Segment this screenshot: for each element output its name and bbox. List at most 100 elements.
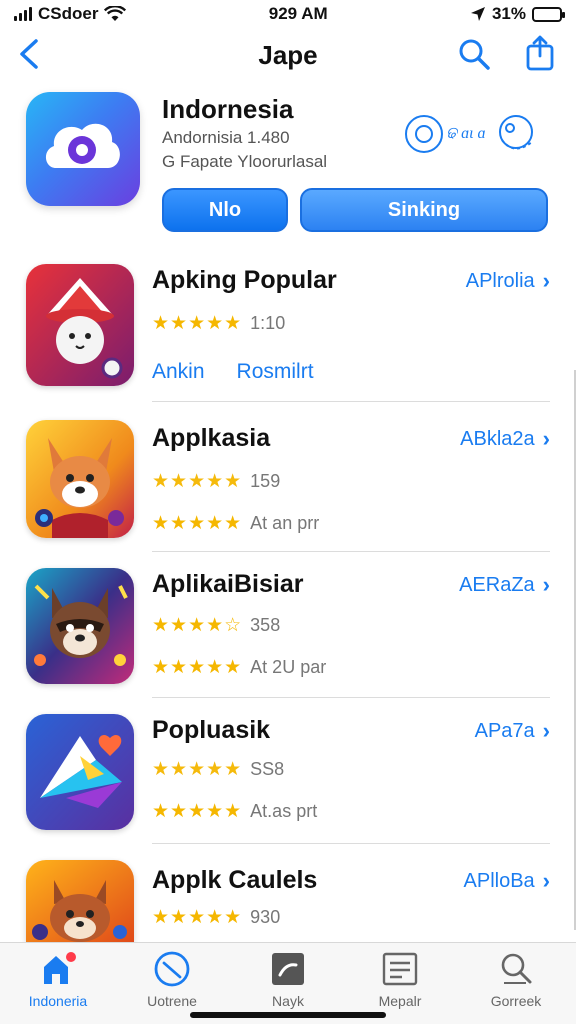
app-link-label: APa7a	[474, 719, 535, 742]
status-time: 929 AM	[268, 4, 328, 23]
secondary-button[interactable]: Sinking	[300, 188, 548, 232]
app-link[interactable]: APa7a ›	[475, 718, 550, 744]
tab-discover[interactable]: Uotrene	[122, 951, 222, 1009]
app-link[interactable]: AERaZa ›	[459, 572, 550, 598]
share-icon	[526, 35, 554, 71]
list-item[interactable]: Applk Caulels APlloBa › ★★★★★ 930	[0, 844, 576, 942]
featured-app-meta: G Fapate Yloorurlasal	[162, 152, 328, 171]
app-link[interactable]: ABkla2a ›	[460, 426, 550, 452]
rating-secondary-value: At.as prt	[250, 801, 318, 821]
rating: ★★★★★ 1:10	[152, 312, 285, 335]
compass-icon	[154, 951, 190, 987]
action-link[interactable]: Rosmilrt	[237, 360, 314, 384]
chevron-right-icon: ›	[542, 718, 550, 743]
rating-secondary: ★★★★★ At.as prt	[152, 800, 317, 823]
list-item[interactable]: Apking Popular APlrolia › ★★★★★ 1:10 Ankin…	[0, 256, 576, 402]
chevron-right-icon: ›	[542, 426, 550, 451]
list-item[interactable]: Applkasia ABkla2a › ★★★★★ 159 ★★★★★ At an p…	[0, 406, 576, 552]
tab-apps[interactable]: Nayk	[238, 951, 338, 1009]
featured-app-subtitle: Andornisia 1.480	[162, 128, 290, 147]
app-title: Applk Caulels	[152, 866, 318, 894]
wifi-icon	[104, 6, 127, 21]
nav-bar: Jape	[0, 30, 576, 80]
app-link-label: APlrolia	[465, 269, 535, 292]
star-rating-icon: ★★★★★	[152, 801, 243, 822]
tab-label: Indoneria	[28, 993, 88, 1009]
search-icon	[459, 39, 490, 70]
share-button[interactable]	[522, 34, 558, 72]
app-title: Popluasik	[152, 716, 271, 744]
search-button[interactable]	[456, 36, 492, 72]
rating: ★★★★★ 159	[152, 470, 280, 493]
app-link-label: APlloBa	[463, 869, 535, 892]
star-rating-icon: ★★★★★	[152, 907, 243, 928]
news-icon	[382, 952, 418, 986]
star-rating-icon: ★★★★★	[152, 313, 243, 334]
rating: ★★★★☆ 358	[152, 614, 280, 637]
tab-label: Uotrene	[147, 993, 197, 1009]
app-square-icon	[272, 953, 304, 985]
tab-home[interactable]: Indoneria	[8, 951, 108, 1009]
rating: ★★★★★ 930	[152, 906, 280, 929]
rating: ★★★★★ SS8	[152, 758, 284, 781]
back-button[interactable]	[14, 36, 48, 72]
rating-secondary: ★★★★★ At 2U par	[152, 656, 326, 679]
featured-app-title: Indornesia	[162, 94, 294, 124]
featured-app-icon[interactable]	[26, 92, 140, 206]
app-link[interactable]: APlloBa ›	[464, 868, 550, 894]
tab-search[interactable]: Gorreek	[466, 951, 566, 1009]
row-actions: Ankin Rosmilrt	[152, 360, 314, 384]
star-rating-icon: ★★★★★	[152, 471, 243, 492]
chevron-left-icon	[20, 39, 38, 69]
app-icon-raccoon[interactable]	[26, 568, 134, 684]
rating-secondary-value: At an prr	[250, 513, 320, 533]
app-link-label: ABkla2a	[460, 427, 535, 450]
location-arrow-icon	[470, 7, 485, 21]
search-icon	[501, 953, 532, 984]
battery-percent: 31%	[491, 4, 526, 23]
star-rating-icon: ★★★★☆	[152, 615, 243, 636]
rating-value: 1:10	[250, 313, 286, 333]
chevron-right-icon: ›	[542, 268, 550, 293]
rating-value: 930	[250, 907, 281, 927]
chevron-right-icon: ›	[542, 868, 550, 893]
home-indicator[interactable]	[190, 1012, 386, 1018]
app-link[interactable]: APlrolia ›	[466, 268, 550, 294]
action-link[interactable]: Ankin	[152, 360, 205, 384]
app-icon-squirrel[interactable]	[26, 860, 134, 942]
rating-secondary-value: At 2U par	[250, 657, 327, 677]
home-icon	[44, 952, 76, 984]
star-rating-icon: ★★★★★	[152, 759, 243, 780]
app-title: Apking Popular	[152, 266, 337, 294]
star-rating-icon: ★★★★★	[152, 513, 243, 534]
tab-label: Mepalr	[378, 993, 422, 1009]
app-icon-cat[interactable]	[26, 264, 134, 386]
decorative-logo-icon: ଢ ɑɩ ɑ	[405, 115, 533, 153]
tab-label: Nayk	[272, 993, 304, 1009]
featured-badge: ଢ ɑɩ ɑ	[398, 106, 548, 166]
rating-value: 358	[250, 615, 281, 635]
app-icon-fox[interactable]	[26, 420, 134, 538]
primary-button[interactable]: Nlo	[162, 188, 288, 232]
chevron-right-icon: ›	[542, 572, 550, 597]
divider	[152, 401, 550, 402]
list-item[interactable]: AplikaiBisiar AERaZa › ★★★★☆ 358 ★★★★★ At 2…	[0, 552, 576, 698]
signal-icon	[14, 7, 32, 21]
status-bar: CSdoer 929 AM 31%	[0, 0, 576, 28]
carrier-label: CSdoer	[38, 4, 99, 23]
status-left: CSdoer	[14, 4, 127, 24]
app-title: AplikaiBisiar	[152, 570, 304, 598]
app-logo-icon	[45, 123, 120, 168]
rating-secondary: ★★★★★ At an prr	[152, 512, 319, 535]
battery-icon	[532, 6, 565, 22]
rating-value: 159	[250, 471, 281, 491]
badge-text: ଢ ɑɩ ɑ	[446, 125, 486, 142]
featured-app: Indornesia Andornisia 1.480 G Fapate Ylo…	[0, 86, 576, 256]
tab-label: Gorreek	[490, 993, 542, 1009]
app-title: Applkasia	[152, 424, 271, 452]
star-rating-icon: ★★★★★	[152, 657, 243, 678]
list-item[interactable]: Popluasik APa7a › ★★★★★ SS8 ★★★★★ At.as prt	[0, 698, 576, 844]
status-right: 31%	[470, 4, 565, 24]
tab-news[interactable]: Mepalr	[350, 951, 450, 1009]
app-icon-arrow[interactable]	[26, 714, 134, 830]
